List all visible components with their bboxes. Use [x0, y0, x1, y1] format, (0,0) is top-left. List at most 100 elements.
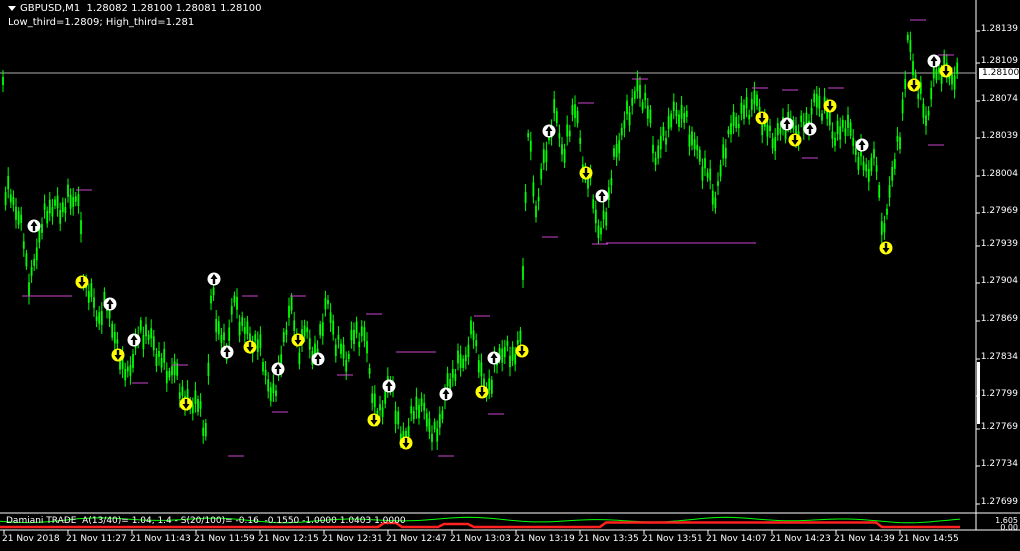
candle-body	[345, 359, 348, 372]
candle-body	[379, 404, 381, 411]
candle-body	[59, 209, 62, 224]
sell-signal-icon[interactable]	[823, 99, 837, 113]
candle-body	[132, 353, 134, 368]
sell-signal-icon[interactable]	[291, 333, 305, 347]
price-tick-label: 1.27769	[980, 422, 1018, 432]
candle-body	[524, 192, 527, 204]
buy-signal-icon[interactable]	[803, 122, 817, 136]
sell-signal-icon[interactable]	[111, 348, 125, 362]
collapse-triangle-icon[interactable]	[8, 5, 16, 11]
candle-body	[124, 369, 127, 381]
candle-body	[857, 156, 860, 170]
sell-signal-icon[interactable]	[939, 64, 953, 78]
candle-body	[514, 353, 517, 365]
candle-body	[126, 366, 129, 372]
sell-signal-icon[interactable]	[788, 133, 802, 147]
candle-body	[862, 161, 865, 171]
sell-signal-icon[interactable]	[179, 397, 193, 411]
sell-signal-icon[interactable]	[243, 340, 257, 354]
price-chart[interactable]	[0, 0, 1020, 551]
candle-body	[930, 88, 933, 100]
sell-signal-icon[interactable]	[75, 275, 89, 289]
candle-body	[74, 196, 77, 202]
chart-window[interactable]: GBPUSD,M1 1.28082 1.28100 1.28081 1.2810…	[0, 0, 1020, 551]
candle-body	[649, 109, 652, 124]
candle-body	[269, 387, 272, 402]
sell-signal-icon[interactable]	[755, 111, 769, 125]
candle-body	[646, 105, 649, 119]
candle-body	[667, 116, 670, 129]
buy-signal-icon[interactable]	[382, 379, 396, 393]
buy-signal-icon[interactable]	[127, 333, 141, 347]
candle-body	[93, 297, 95, 308]
candle-body	[727, 129, 730, 135]
candle-body	[605, 212, 608, 226]
sell-signal-icon[interactable]	[399, 436, 413, 450]
buy-signal-icon[interactable]	[207, 272, 221, 286]
candle-body	[475, 340, 478, 347]
candle-body	[672, 101, 675, 111]
buy-signal-icon[interactable]	[220, 345, 234, 359]
buy-signal-icon[interactable]	[311, 352, 325, 366]
candle-body	[849, 122, 852, 136]
candle-body	[883, 223, 886, 233]
sell-signal-icon[interactable]	[879, 241, 893, 255]
candle-body	[451, 368, 454, 378]
sell-signal-icon[interactable]	[367, 413, 381, 427]
candle-body	[212, 287, 215, 296]
candle-body	[597, 225, 600, 239]
candle-body	[641, 102, 644, 111]
candle-body	[210, 295, 212, 304]
candle-body	[256, 339, 259, 352]
buy-signal-icon[interactable]	[439, 387, 453, 401]
sell-signal-icon[interactable]	[475, 385, 489, 399]
levels-info: Low_third=1.2809; High_third=1.281	[8, 17, 195, 28]
candle-body	[433, 421, 436, 430]
buy-signal-icon[interactable]	[855, 138, 869, 152]
candle-body	[334, 344, 337, 357]
candle-body	[43, 203, 46, 210]
buy-signal-icon[interactable]	[271, 362, 285, 376]
buy-signal-icon[interactable]	[780, 117, 794, 131]
candle-body	[761, 124, 764, 136]
buy-signal-icon[interactable]	[27, 219, 41, 233]
buy-signal-icon[interactable]	[595, 189, 609, 203]
candle-body	[17, 211, 20, 225]
buy-signal-icon[interactable]	[103, 297, 117, 311]
candle-body	[704, 158, 706, 169]
candle-body	[841, 119, 844, 128]
candle-body	[771, 138, 774, 149]
price-tick-label: 1.28139	[980, 24, 1018, 34]
candle-body	[909, 40, 912, 52]
sell-signal-icon[interactable]	[907, 78, 921, 92]
candle-body	[680, 104, 683, 119]
candle-body	[535, 205, 537, 218]
candle-body	[618, 140, 621, 154]
sell-signal-icon[interactable]	[579, 166, 593, 180]
candle-body	[61, 202, 64, 213]
buy-signal-icon[interactable]	[542, 124, 556, 138]
candle-body	[503, 346, 506, 358]
candle-body	[259, 334, 262, 349]
candle-body	[38, 228, 41, 243]
candle-body	[935, 69, 938, 81]
candle-body	[610, 178, 613, 186]
candle-body	[878, 185, 881, 198]
candle-body	[87, 291, 90, 303]
candle-body	[779, 128, 782, 134]
candle-body	[701, 166, 704, 181]
candle-body	[815, 93, 818, 108]
buy-signal-icon[interactable]	[487, 351, 501, 365]
candle-body	[168, 371, 171, 378]
buy-signal-icon[interactable]	[927, 54, 941, 68]
candle-body	[145, 324, 147, 337]
scroll-marker[interactable]	[977, 362, 980, 424]
candle-body	[732, 112, 735, 127]
symbol-header[interactable]: GBPUSD,M1 1.28082 1.28100 1.28081 1.2810…	[8, 3, 261, 14]
sell-signal-icon[interactable]	[515, 344, 529, 358]
candle-body	[347, 353, 350, 359]
candle-body	[576, 111, 579, 124]
candle-body	[620, 127, 623, 136]
candle-body	[90, 283, 93, 298]
candle-body	[246, 321, 249, 335]
